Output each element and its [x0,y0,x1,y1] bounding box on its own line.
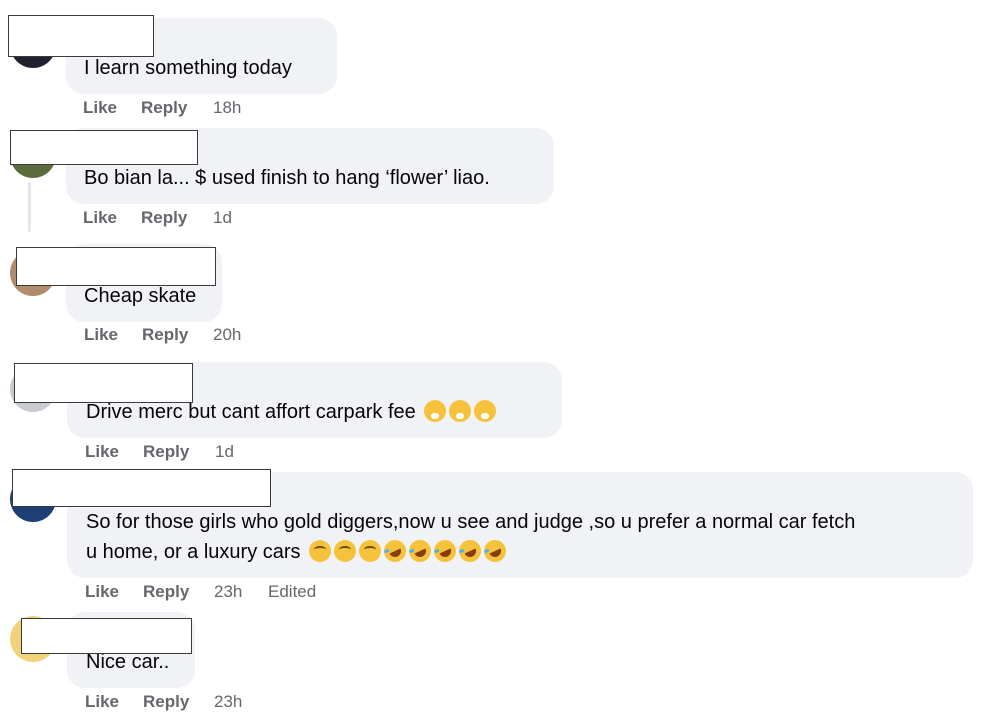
comment-6: Nice car.. Like Reply 23h [0,0,997,721]
redacted-author-name [21,618,192,654]
reply-button[interactable]: Reply [143,692,189,712]
timestamp[interactable]: 23h [214,692,242,712]
like-button[interactable]: Like [85,692,119,712]
